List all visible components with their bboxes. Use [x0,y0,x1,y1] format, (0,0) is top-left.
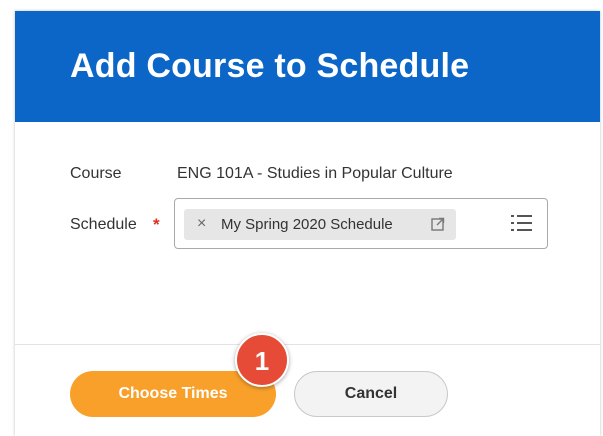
schedule-label: Schedule [70,216,137,233]
remove-selection-icon[interactable]: × [197,215,206,233]
add-course-dialog: Add Course to Schedule Course ENG 101A -… [15,11,600,436]
course-label: Course [70,165,122,182]
required-marker: * [153,215,160,234]
step-badge: 1 [235,333,289,387]
dialog-title: Add Course to Schedule [70,47,470,85]
dialog-header: Add Course to Schedule [15,11,600,122]
footer-divider [15,344,600,345]
cancel-button[interactable]: Cancel [294,371,448,417]
external-link-icon[interactable] [431,217,445,231]
schedule-prompt-field[interactable]: × My Spring 2020 Schedule [174,198,548,249]
selected-schedule-text: My Spring 2020 Schedule [221,216,393,233]
list-icon[interactable] [511,213,533,233]
course-value: ENG 101A - Studies in Popular Culture [177,165,453,182]
selected-schedule-pill[interactable]: × My Spring 2020 Schedule [184,209,456,240]
